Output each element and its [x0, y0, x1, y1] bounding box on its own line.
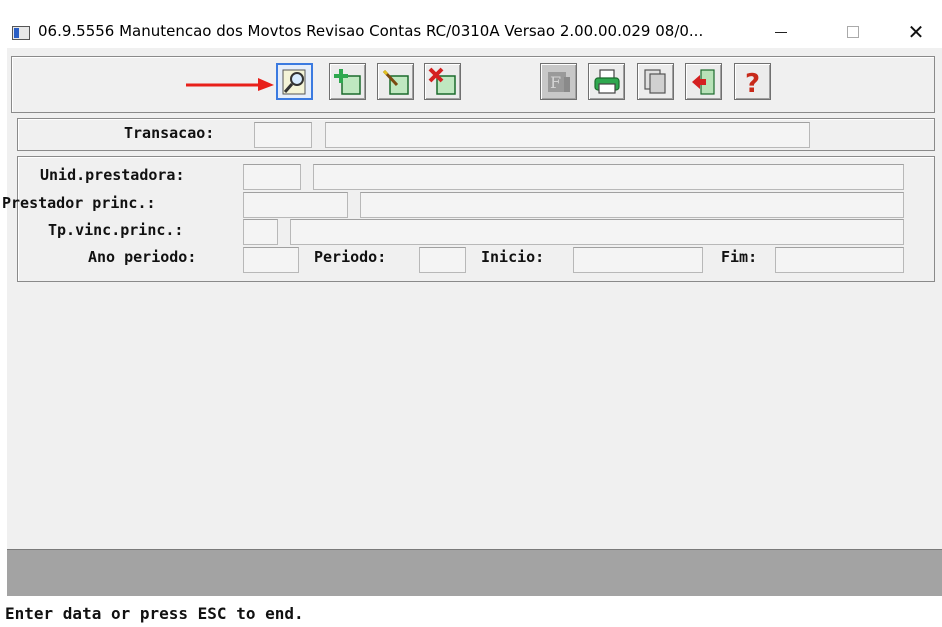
toolbar-frame	[11, 56, 935, 113]
unid-prestadora-label: Unid.prestadora:	[40, 166, 185, 184]
tp-vinc-princ-description-field	[290, 219, 904, 245]
copy-button[interactable]	[637, 63, 674, 100]
delete-record-icon	[428, 67, 456, 95]
window-title: 06.9.5556 Manutencao dos Movtos Revisao …	[38, 22, 704, 40]
printer-icon	[593, 68, 620, 94]
status-message: Enter data or press ESC to end.	[5, 604, 304, 623]
close-button[interactable]: ✕	[893, 14, 939, 50]
inicio-date-field[interactable]	[573, 247, 703, 273]
transacao-code-field[interactable]	[254, 122, 312, 148]
unid-prestadora-code-field[interactable]	[243, 164, 301, 190]
edit-record-icon	[382, 69, 409, 95]
filter-button[interactable]: F	[540, 63, 577, 100]
search-button[interactable]	[276, 63, 313, 100]
ano-periodo-field[interactable]	[243, 247, 299, 273]
edit-record-button[interactable]	[377, 63, 414, 100]
close-icon: ✕	[907, 20, 925, 44]
fim-label: Fim:	[721, 248, 758, 266]
add-record-button[interactable]	[329, 63, 366, 100]
prestador-princ-description-field	[360, 192, 904, 218]
prestador-princ-code-field[interactable]	[243, 192, 348, 218]
maximize-button[interactable]	[830, 14, 876, 50]
periodo-label: Periodo:	[314, 248, 387, 266]
ano-periodo-label: Ano periodo:	[88, 248, 197, 266]
print-button[interactable]	[588, 63, 625, 100]
transacao-label: Transacao:	[124, 124, 215, 142]
prestador-princ-label: Prestador princ.:	[2, 194, 156, 212]
exit-door-icon	[691, 68, 715, 95]
annotation-arrow	[186, 78, 274, 91]
add-record-icon	[333, 68, 361, 95]
exit-button[interactable]	[685, 63, 722, 100]
tp-vinc-princ-label: Tp.vinc.princ.:	[48, 221, 184, 239]
transacao-description-field	[325, 122, 810, 148]
search-icon	[282, 69, 305, 94]
maximize-icon	[847, 26, 859, 38]
minimize-icon	[775, 31, 787, 33]
fim-date-field[interactable]	[775, 247, 904, 273]
copy-icon	[643, 68, 666, 94]
unid-prestadora-description-field	[313, 164, 904, 190]
svg-text:?: ?	[745, 69, 760, 97]
inicio-label: Inicio:	[481, 248, 545, 266]
help-question-icon: ?	[745, 69, 760, 97]
filter-icon: F	[547, 71, 570, 92]
periodo-field[interactable]	[419, 247, 466, 273]
help-button[interactable]: ?	[734, 63, 771, 100]
minimize-button[interactable]	[758, 14, 804, 50]
svg-text:F: F	[550, 73, 561, 92]
app-window-icon	[12, 26, 30, 40]
tp-vinc-princ-code-field[interactable]	[243, 219, 278, 245]
delete-record-button[interactable]	[424, 63, 461, 100]
status-band	[7, 549, 942, 596]
